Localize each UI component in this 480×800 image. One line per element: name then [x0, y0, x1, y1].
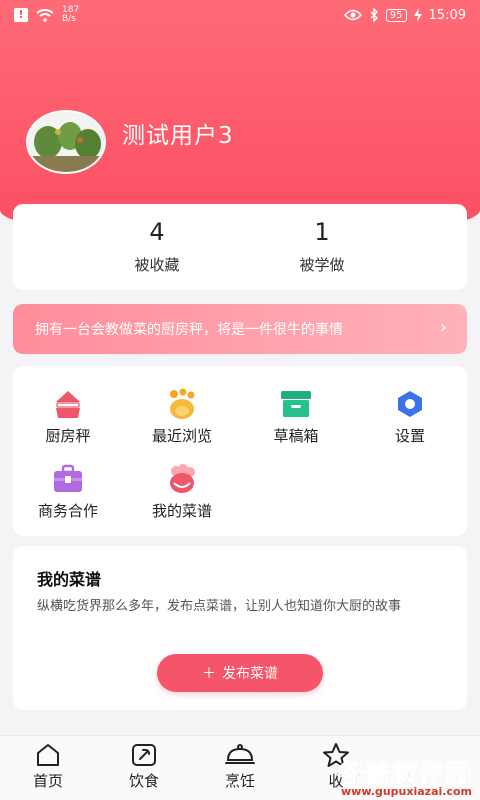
my-recipes-description: 纵横吃货界那么多年，发布点菜谱，让别人也知道你大厨的故事	[37, 599, 402, 614]
menu-item-settings[interactable]: 设置	[355, 388, 465, 446]
favorited-count: 4	[149, 218, 165, 246]
scale-icon	[56, 391, 80, 418]
menu-item-my-recipes[interactable]: 我的菜谱	[127, 463, 237, 521]
home-icon	[37, 744, 59, 766]
status-bar: ! 187 B/s 95 15:09	[0, 0, 480, 30]
wifi-icon	[36, 8, 54, 22]
menu-item-label: 草稿箱	[273, 427, 319, 445]
eye-icon	[343, 9, 362, 21]
network-speed: 187 B/s	[62, 6, 79, 24]
chef-icon	[170, 464, 195, 493]
learned-stat[interactable]: 1 被学做	[262, 204, 382, 275]
kitchen-scale-promo-banner[interactable]: 拥有一台会教做菜的厨房秤，将是一件很牛的事情 ›	[13, 304, 467, 354]
my-recipes-title: 我的菜谱	[37, 570, 102, 589]
banner-text: 拥有一台会教做菜的厨房秤，将是一件很牛的事情	[35, 322, 343, 338]
stats-card: 4 被收藏 1 被学做	[13, 204, 467, 290]
publish-recipe-label: 发布菜谱	[222, 666, 278, 682]
username[interactable]: 测试用户3	[122, 116, 234, 150]
menu-item-business[interactable]: 商务合作	[13, 463, 123, 521]
feature-grid: 厨房秤 最近浏览 草稿箱 设置 商务合作 我的菜谱	[13, 366, 467, 536]
menu-item-recent[interactable]: 最近浏览	[127, 388, 237, 446]
favorited-label: 被收藏	[134, 256, 180, 274]
menu-item-label: 商务合作	[37, 502, 98, 520]
my-recipes-card: 我的菜谱 纵横吃货界那么多年，发布点菜谱，让别人也知道你大厨的故事 ＋ 发布菜谱	[13, 546, 467, 710]
publish-recipe-button[interactable]: ＋ 发布菜谱	[157, 654, 323, 692]
chevron-right-icon: ›	[439, 317, 447, 338]
favorited-stat[interactable]: 4 被收藏	[97, 204, 217, 275]
tab-diet[interactable]: 饮食	[104, 742, 184, 791]
drafts-icon	[281, 391, 311, 417]
watermark: 谷普软件园 www.gupuxiazai.com	[324, 754, 476, 799]
charging-icon	[413, 8, 422, 22]
cooking-icon	[225, 744, 255, 764]
tab-label: 首页	[32, 772, 63, 790]
learned-label: 被学做	[299, 256, 345, 274]
plus-icon: ＋	[202, 666, 216, 682]
diet-icon	[132, 744, 156, 766]
tab-cooking[interactable]: 烹饪	[200, 742, 280, 791]
avatar[interactable]	[26, 110, 106, 174]
menu-item-label: 我的菜谱	[151, 502, 212, 520]
briefcase-icon	[54, 464, 82, 492]
menu-item-label: 最近浏览	[151, 427, 212, 445]
menu-item-label: 厨房秤	[45, 427, 91, 445]
bluetooth-icon	[370, 8, 378, 22]
menu-item-label: 设置	[394, 427, 425, 445]
tab-label: 饮食	[128, 772, 159, 790]
learned-count: 1	[314, 218, 330, 246]
alert-icon: !	[14, 8, 28, 22]
speed-unit: B/s	[62, 14, 76, 24]
recent-icon	[170, 388, 195, 419]
menu-item-kitchen-scale[interactable]: 厨房秤	[13, 388, 123, 446]
watermark-url: www.gupuxiazai.com	[341, 785, 472, 798]
menu-item-drafts[interactable]: 草稿箱	[241, 388, 351, 446]
tab-home[interactable]: 首页	[8, 742, 88, 791]
settings-icon	[398, 391, 422, 417]
battery-indicator: 95	[385, 8, 407, 22]
clock: 15:09	[428, 7, 466, 23]
tab-label: 烹饪	[224, 772, 255, 790]
